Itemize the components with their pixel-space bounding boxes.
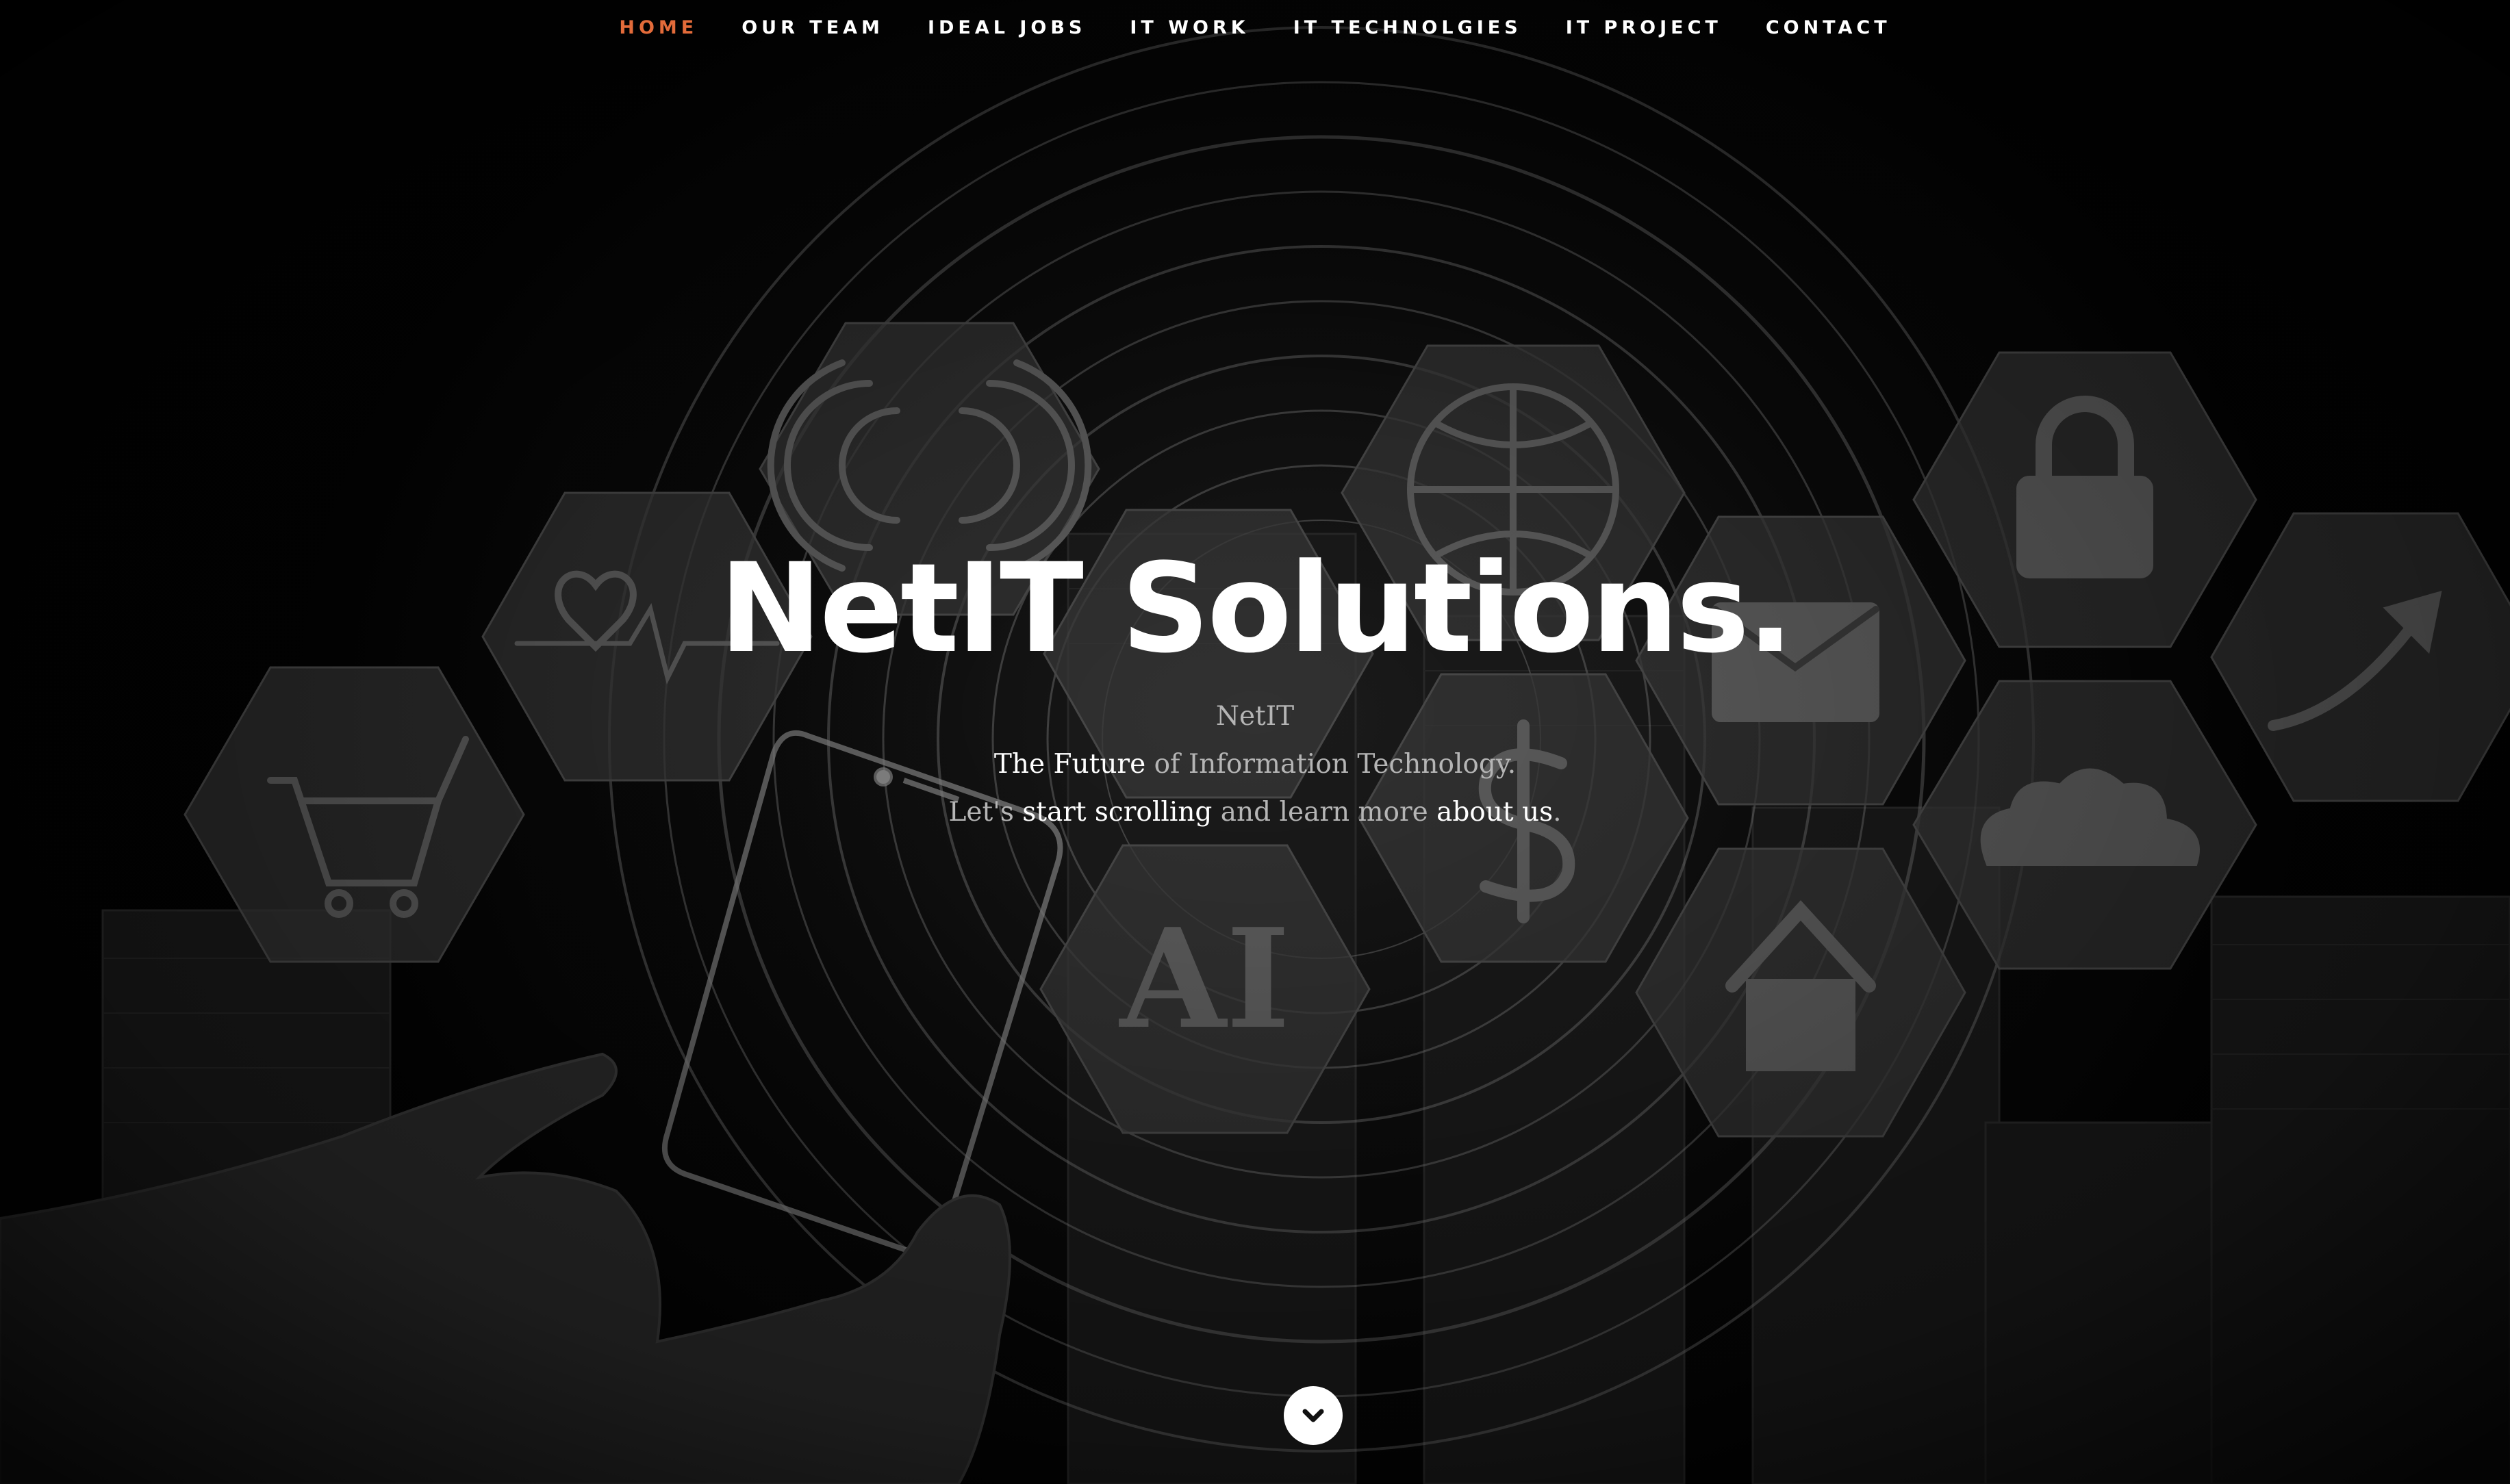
scroll-down-button[interactable] — [1284, 1386, 1343, 1445]
about-us-link[interactable]: about us — [1436, 797, 1553, 828]
hero-cta-middle: and learn more — [1212, 797, 1437, 828]
nav-item-contact[interactable]: CONTACT — [1766, 17, 1891, 38]
nav-item-it-work[interactable]: IT WORK — [1130, 17, 1249, 38]
hero-tagline-rest: of Information Technology. — [1145, 749, 1517, 780]
hero-brand-line: NetIT — [1215, 701, 1295, 732]
nav-item-home[interactable]: HOME — [619, 17, 698, 38]
chevron-down-icon — [1302, 1409, 1324, 1422]
hero-title: NetIT Solutions. — [719, 537, 1793, 680]
hero-section: AI HOME OUR TEAM IDEAL JOBS IT WORK IT T… — [0, 0, 2510, 1484]
hero-cta-prefix: Let's — [948, 797, 1023, 828]
hero-subtitle: NetIT The Future of Information Technolo… — [0, 693, 2510, 836]
hero-cta-suffix: . — [1553, 797, 1562, 828]
hero-cta-line: Let's start scrolling and learn more abo… — [0, 789, 2510, 836]
top-navigation: HOME OUR TEAM IDEAL JOBS IT WORK IT TECH… — [0, 0, 2510, 55]
hero-tagline-highlight: The Future — [993, 749, 1146, 780]
nav-item-our-team[interactable]: OUR TEAM — [741, 17, 884, 38]
start-scrolling-link[interactable]: start scrolling — [1022, 797, 1212, 828]
hero-tagline: The Future of Information Technology. — [0, 741, 2510, 789]
nav-item-ideal-jobs[interactable]: IDEAL JOBS — [928, 17, 1086, 38]
nav-item-it-technologies[interactable]: IT TECHNOLGIES — [1293, 17, 1522, 38]
hero-content: NetIT Solutions. NetIT The Future of Inf… — [0, 527, 2510, 836]
nav-item-it-project[interactable]: IT PROJECT — [1566, 17, 1722, 38]
